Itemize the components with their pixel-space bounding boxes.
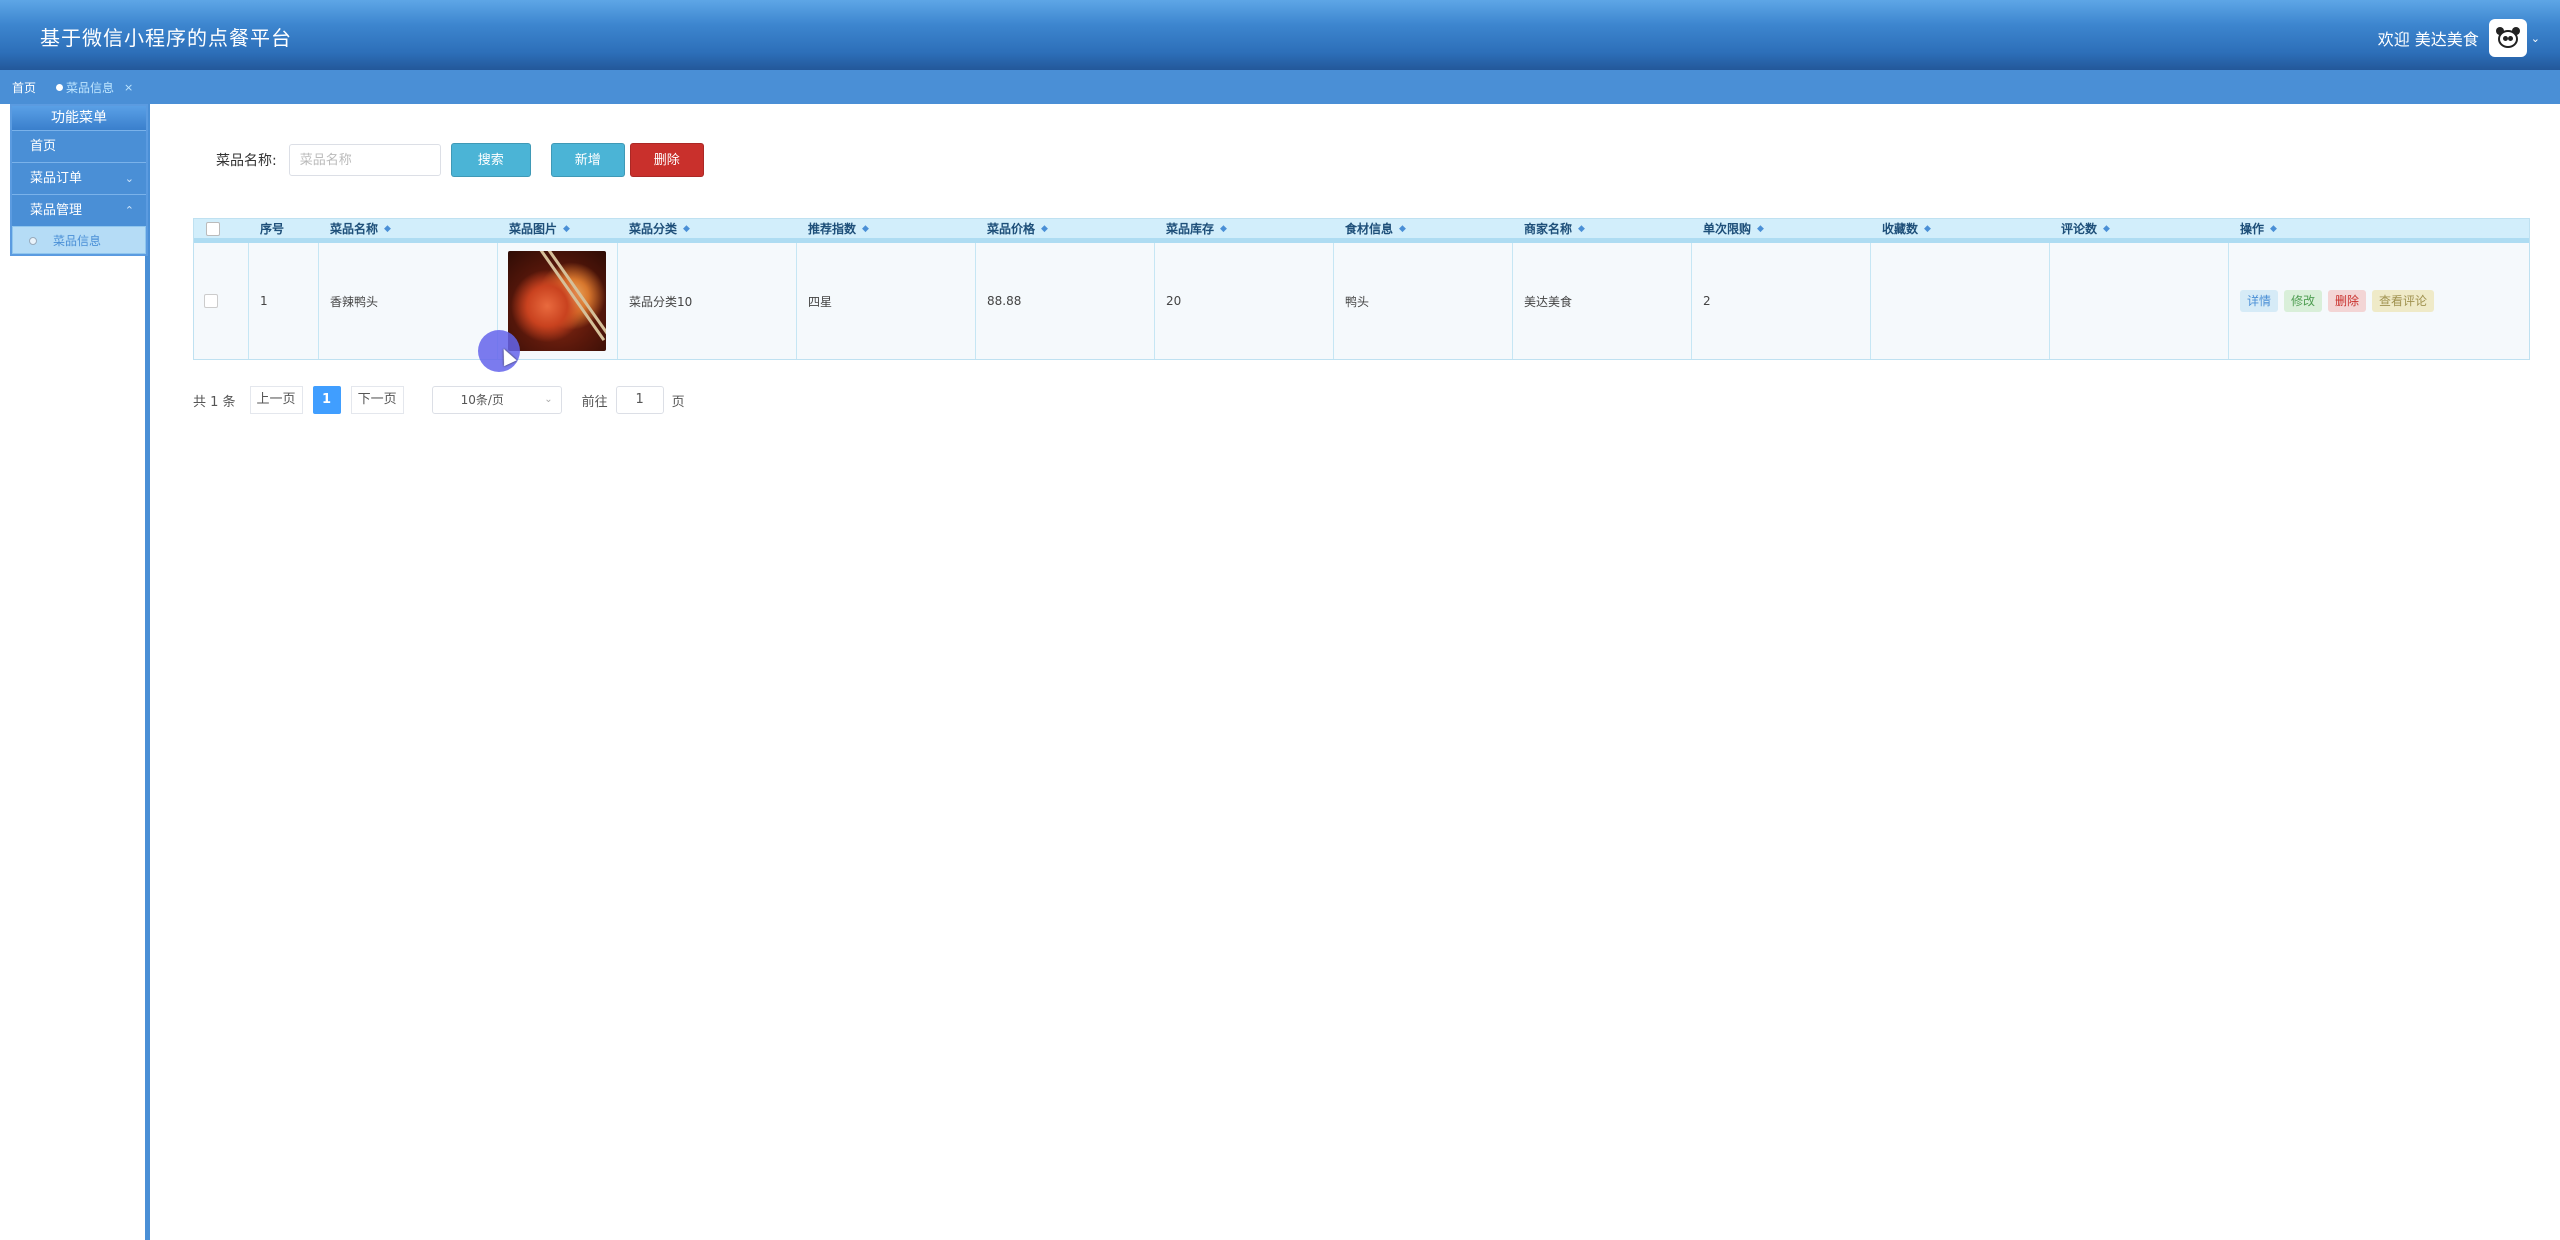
column-header[interactable]: 菜品分类 ◆ (618, 219, 797, 238)
column-header[interactable]: 商家名称 ◆ (1513, 219, 1692, 238)
sidebar-item-label: 菜品订单 (30, 171, 83, 186)
app-title: 基于微信小程序的点餐平台 (40, 26, 292, 50)
goto-page-input[interactable]: 1 (615, 386, 664, 414)
sort-icon[interactable]: ◆ (563, 218, 570, 240)
sort-icon[interactable]: ◆ (1578, 218, 1585, 240)
tab-home[interactable]: 首页 (12, 79, 36, 96)
column-header[interactable]: 菜品库存 ◆ (1155, 219, 1334, 238)
sidebar-subitem-dish-info[interactable]: 菜品信息 (12, 226, 146, 254)
tab-bar: 首页 菜品信息 × (0, 70, 2560, 104)
dish-table: 序号 菜品名称 ◆ 菜品图片 ◆ 菜品分类 ◆ 推荐指数 ◆ 菜品价格 ◆ 菜品库存 ◆ 食… (193, 218, 2530, 360)
search-bar: 菜品名称: 搜索 新增 删除 (216, 143, 704, 177)
goto-unit: 页 (671, 394, 685, 410)
column-header[interactable]: 菜品价格 ◆ (976, 219, 1155, 238)
sidebar-item-label: 首页 (30, 139, 57, 154)
cell-dish-name: 香辣鸭头 (319, 243, 498, 359)
top-header: 基于微信小程序的点餐平台 欢迎 美达美食 ⌄ (0, 0, 2560, 70)
function-menu: 功能菜单 首页 菜品订单 ⌄ 菜品管理 ⌃ 菜品信息 (10, 104, 148, 256)
sort-icon[interactable]: ◆ (1757, 218, 1764, 240)
close-icon[interactable]: × (124, 81, 133, 94)
sort-icon[interactable]: ◆ (1924, 218, 1931, 240)
column-header[interactable]: 单次限购 ◆ (1692, 219, 1871, 238)
cell-stock: 20 (1155, 243, 1334, 359)
table-header: 序号 菜品名称 ◆ 菜品图片 ◆ 菜品分类 ◆ 推荐指数 ◆ 菜品价格 ◆ 菜品库存 ◆ 食… (194, 219, 2529, 243)
sort-icon[interactable]: ◆ (1399, 218, 1406, 240)
dish-image[interactable] (508, 251, 606, 351)
chevron-down-icon: ⌄ (124, 172, 134, 185)
cell-recommend: 四星 (797, 243, 976, 359)
total-count: 共 1 条 (193, 394, 236, 410)
goto-label: 前往 (581, 394, 608, 410)
sidebar-item-dish-management[interactable]: 菜品管理 ⌃ (12, 194, 146, 226)
column-header[interactable]: 食材信息 ◆ (1334, 219, 1513, 238)
sort-icon[interactable]: ◆ (384, 218, 391, 240)
panda-avatar-icon (2495, 27, 2520, 49)
sidebar: 功能菜单 首页 菜品订单 ⌄ 菜品管理 ⌃ 菜品信息 (0, 104, 150, 1240)
column-header[interactable]: 菜品名称 ◆ (319, 219, 498, 238)
next-page-button[interactable]: 下一页 (350, 386, 404, 414)
column-header[interactable]: 收藏数 ◆ (1871, 219, 2050, 238)
sort-icon[interactable]: ◆ (2270, 218, 2277, 240)
cell-category: 菜品分类10 (618, 243, 797, 359)
row-select-cell (194, 243, 249, 359)
active-dot-icon (56, 83, 64, 91)
search-label: 菜品名称: (216, 153, 277, 169)
column-header[interactable]: 推荐指数 ◆ (797, 219, 976, 238)
cell-limit: 2 (1692, 243, 1871, 359)
add-button[interactable]: 新增 (550, 143, 625, 177)
cell-price: 88.88 (976, 243, 1155, 359)
view-comments-button[interactable]: 查看评论 (2372, 290, 2435, 312)
menu-title: 功能菜单 (12, 106, 146, 130)
sidebar-item-home[interactable]: 首页 (12, 130, 146, 162)
cell-actions: 详情 修改 删除 查看评论 (2229, 243, 2529, 359)
sidebar-item-dish-orders[interactable]: 菜品订单 ⌄ (12, 162, 146, 194)
tab-dish-info[interactable]: 菜品信息 × (56, 79, 133, 96)
column-header[interactable]: 序号 (249, 219, 319, 238)
sort-icon[interactable]: ◆ (1041, 218, 1048, 240)
column-header[interactable]: 操作 ◆ (2229, 219, 2529, 238)
cell-index: 1 (249, 243, 319, 359)
search-button[interactable]: 搜索 (450, 143, 531, 177)
row-actions: 详情 修改 删除 查看评论 (2240, 290, 2435, 312)
sort-icon[interactable]: ◆ (2103, 218, 2110, 240)
dish-name-search-input[interactable] (288, 144, 441, 176)
row-checkbox[interactable] (204, 294, 218, 308)
chevron-down-icon[interactable]: ⌄ (2531, 32, 2540, 45)
sort-icon[interactable]: ◆ (862, 218, 869, 240)
column-header[interactable]: 菜品图片 ◆ (498, 219, 618, 238)
sidebar-subitem-label: 菜品信息 (53, 234, 102, 248)
select-all-checkbox[interactable] (206, 221, 220, 236)
welcome-text: 欢迎 美达美食 (2377, 30, 2479, 49)
radio-icon (29, 237, 37, 245)
page-size-value: 10条/页 (460, 393, 504, 407)
cell-merchant: 美达美食 (1513, 243, 1692, 359)
chevron-down-icon: ⌄ (544, 394, 553, 405)
avatar[interactable] (2488, 19, 2527, 57)
delete-button[interactable]: 删除 (2328, 290, 2367, 312)
table-row: 1 香辣鸭头 菜品分类10 四星 88.88 20 鸭头 美达美食 2 详情 修… (194, 243, 2529, 359)
cell-ingredients: 鸭头 (1334, 243, 1513, 359)
sort-icon[interactable]: ◆ (1220, 218, 1227, 240)
sort-icon[interactable]: ◆ (683, 218, 690, 240)
select-all-cell (194, 219, 249, 238)
page-number-current[interactable]: 1 (312, 386, 341, 414)
user-area[interactable]: 欢迎 美达美食 ⌄ (2378, 19, 2540, 57)
tab-label: 菜品信息 (66, 80, 115, 95)
page-size-select[interactable]: 10条/页 ⌄ (431, 386, 562, 414)
prev-page-button[interactable]: 上一页 (249, 386, 303, 414)
detail-button[interactable]: 详情 (2240, 290, 2279, 312)
pagination: 共 1 条 上一页 1 下一页 10条/页 ⌄ 前往 1 页 (193, 386, 685, 414)
batch-delete-button[interactable]: 删除 (629, 143, 704, 177)
chevron-up-icon: ⌃ (124, 204, 134, 217)
sidebar-item-label: 菜品管理 (30, 203, 83, 218)
edit-button[interactable]: 修改 (2284, 290, 2323, 312)
column-header[interactable]: 评论数 ◆ (2050, 219, 2229, 238)
cell-favorites (1871, 243, 2050, 359)
cell-comments (2050, 243, 2229, 359)
